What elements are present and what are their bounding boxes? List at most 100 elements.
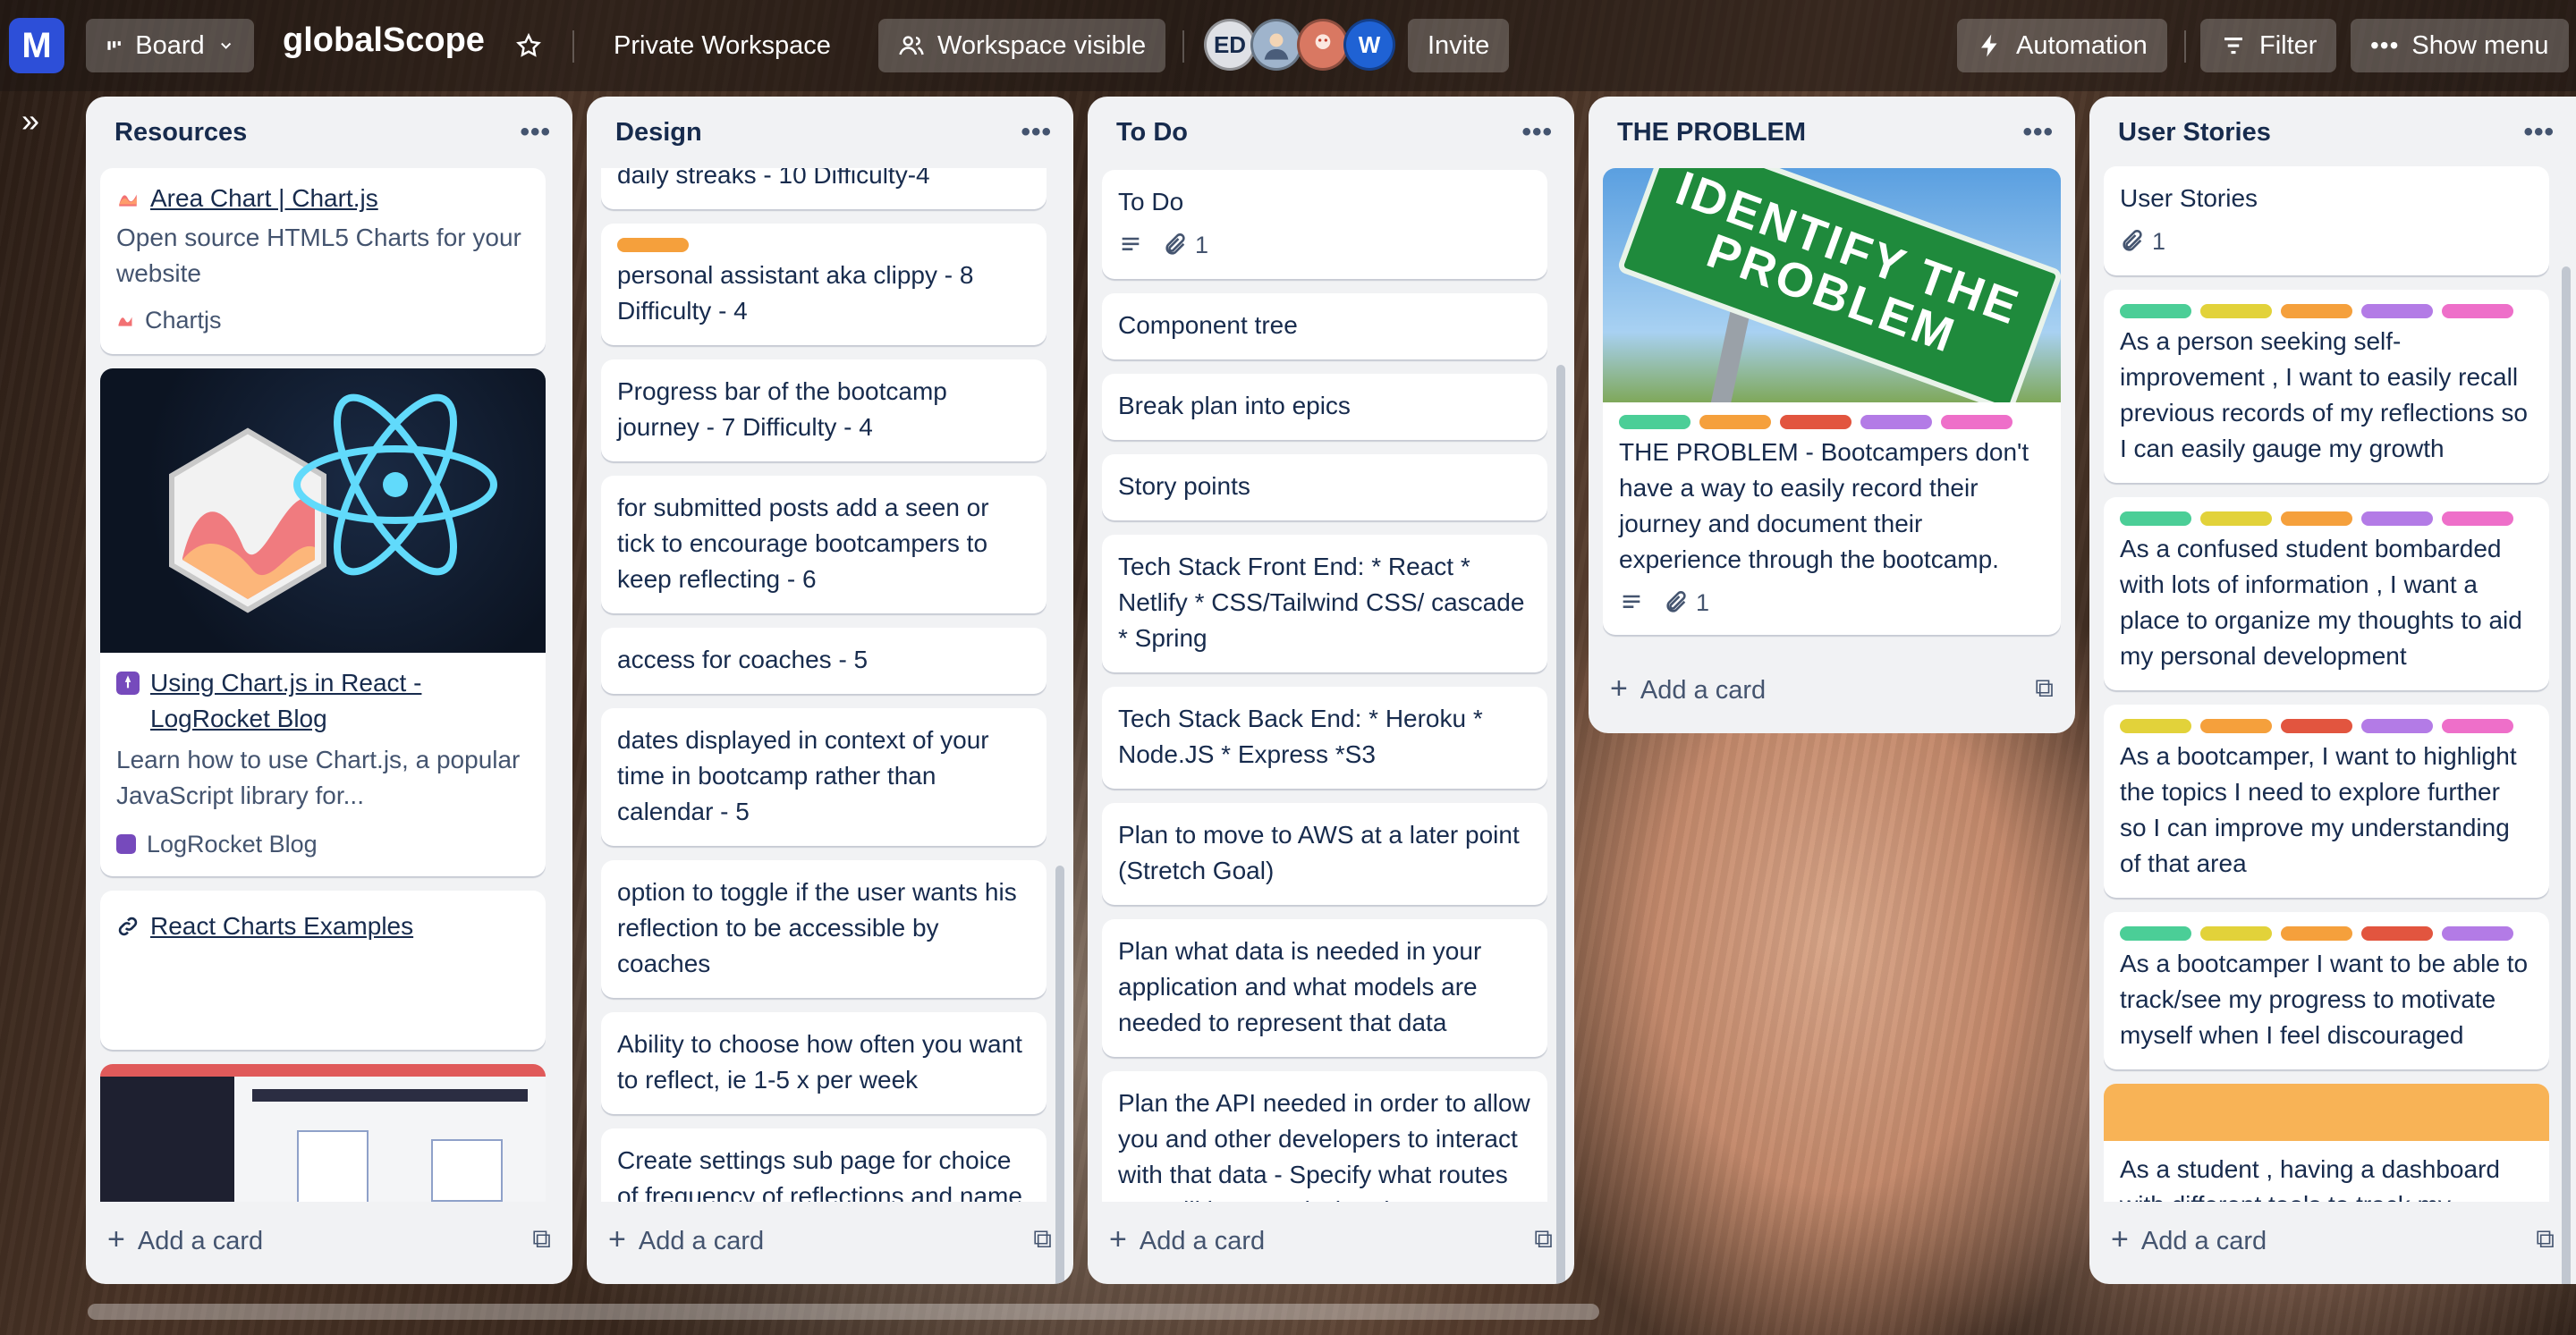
list-title[interactable]: Resources (114, 118, 247, 148)
workspace-button[interactable]: Private Workspace (594, 19, 851, 72)
card-labels (2120, 304, 2533, 318)
card-source: LogRocket Blog (147, 831, 318, 858)
list-title[interactable]: THE PROBLEM (1617, 118, 1806, 148)
card[interactable]: access for coaches - 5 (601, 628, 1046, 694)
card[interactable]: option to toggle if the user wants his r… (601, 860, 1046, 998)
workspace-logo[interactable]: M (9, 18, 64, 73)
card-title: As a bootcamper I want to be able to tra… (2120, 950, 2529, 1049)
label-yellow (2200, 926, 2272, 941)
code-editor-thumbnail (100, 1077, 234, 1202)
board-header: M Board globalScope Private Workspace Wo… (0, 0, 2576, 91)
create-from-template-icon[interactable]: ⧉ (1534, 1225, 1553, 1255)
card-badges: 1 (1118, 227, 1531, 263)
card[interactable]: Break plan into epics (1102, 374, 1547, 440)
card-title[interactable]: Using Chart.js in React - LogRocket Blog (150, 665, 530, 737)
card-link-chartjs[interactable]: Area Chart | Chart.js Open source HTML5 … (100, 168, 546, 354)
attachment-count: 1 (1696, 589, 1710, 616)
card-title[interactable]: Area Chart | Chart.js (150, 181, 378, 216)
card-link-logrocket[interactable]: Using Chart.js in React - LogRocket Blog… (100, 368, 546, 876)
list-title[interactable]: Design (615, 118, 702, 148)
avatar[interactable]: W (1343, 19, 1395, 71)
add-card-button[interactable]: + Add a card ⧉ (608, 1214, 1052, 1264)
double-chevron-right-icon[interactable]: » (21, 102, 39, 139)
list-scrollbar[interactable] (1055, 866, 1064, 1284)
visibility-button[interactable]: Workspace visible (878, 19, 1166, 72)
label-red (2281, 719, 2352, 733)
star-button[interactable] (501, 19, 556, 72)
card[interactable]: As a student , having a dashboard with d… (2104, 1084, 2549, 1202)
add-card-button[interactable]: + Add a card ⧉ (107, 1214, 551, 1264)
create-from-template-icon[interactable]: ⧉ (532, 1225, 551, 1255)
card[interactable]: As a confused student bombarded with lot… (2104, 497, 2549, 690)
chartjs-favicon (118, 317, 132, 326)
card[interactable]: Tech Stack Front End: * React * Netlify … (1102, 535, 1547, 672)
people-icon (899, 36, 924, 55)
card[interactable]: Plan what data is needed in your applica… (1102, 919, 1547, 1057)
avatar[interactable] (1297, 19, 1349, 71)
show-menu-button[interactable]: ••• Show menu (2351, 19, 2569, 72)
list-title[interactable]: To Do (1116, 118, 1188, 148)
automation-button[interactable]: Automation (1957, 19, 2167, 72)
card[interactable]: daily streaks - 10 Difficulty-4 (601, 168, 1046, 209)
board-horizontal-scrollbar[interactable] (88, 1304, 1599, 1320)
card[interactable]: Story points (1102, 454, 1547, 520)
card-title[interactable]: React Charts Examples (150, 908, 413, 944)
card[interactable]: Progress bar of the bootcamp journey - 7… (601, 359, 1046, 461)
card[interactable]: Plan the API needed in order to allow yo… (1102, 1071, 1547, 1202)
view-switcher-label: Board (135, 30, 205, 60)
filter-button[interactable]: Filter (2200, 19, 2337, 72)
card-title: User Stories (2120, 184, 2258, 212)
list-design: Design ••• daily streaks - 10 Difficulty… (587, 97, 1073, 1284)
card-link-react-charts[interactable]: React Charts Examples (100, 891, 546, 1050)
card-screenshot[interactable] (100, 1064, 546, 1202)
list-menu-icon[interactable]: ••• (2022, 117, 2054, 148)
card-badges: 1 (1619, 585, 2045, 621)
view-switcher-button[interactable]: Board (86, 19, 254, 72)
card[interactable]: To Do 1 (1102, 170, 1547, 279)
card[interactable]: Create settings sub page for choice of f… (601, 1128, 1046, 1202)
card[interactable]: Tech Stack Back End: * Heroku * Node.JS … (1102, 687, 1547, 789)
list-scrollbar[interactable] (2562, 266, 2571, 1284)
list-header: Resources ••• (86, 97, 572, 168)
label-green (2120, 926, 2191, 941)
label-orange (617, 238, 689, 252)
card[interactable]: personal assistant aka clippy - 8 Diffic… (601, 224, 1046, 345)
card[interactable]: User Stories 1 (2104, 166, 2549, 275)
card[interactable]: dates displayed in context of your time … (601, 708, 1046, 846)
card-title: As a bootcamper, I want to highlight the… (2120, 742, 2517, 877)
list-header: To Do ••• (1088, 97, 1574, 168)
card-title: As a person seeking self-improvement , I… (2120, 327, 2528, 462)
plus-icon: + (608, 1221, 626, 1256)
create-from-template-icon[interactable]: ⧉ (1033, 1225, 1052, 1255)
card[interactable]: Ability to choose how often you want to … (601, 1012, 1046, 1114)
avatar[interactable]: ED (1204, 19, 1256, 71)
person-avatar-icon (1264, 33, 1289, 60)
list-menu-icon[interactable]: ••• (2523, 117, 2555, 148)
attachment-count: 1 (2152, 228, 2166, 255)
card[interactable]: As a person seeking self-improvement , I… (2104, 290, 2549, 483)
add-card-label: Add a card (1640, 675, 1767, 705)
list-title[interactable]: User Stories (2118, 118, 2271, 148)
card[interactable]: As a bootcamper, I want to highlight the… (2104, 705, 2549, 898)
card[interactable]: for submitted posts add a seen or tick t… (601, 476, 1046, 613)
list-scrollbar[interactable] (1556, 365, 1565, 1284)
avatar[interactable] (1250, 19, 1302, 71)
create-from-template-icon[interactable]: ⧉ (2536, 1225, 2555, 1255)
label-orange (1699, 415, 1771, 429)
card[interactable]: Component tree (1102, 293, 1547, 359)
card[interactable]: As a bootcamper I want to be able to tra… (2104, 912, 2549, 1069)
label-red (2361, 926, 2433, 941)
list-menu-icon[interactable]: ••• (1021, 117, 1052, 148)
list-menu-icon[interactable]: ••• (520, 117, 551, 148)
add-card-button[interactable]: + Add a card ⧉ (1610, 663, 2054, 714)
add-card-button[interactable]: + Add a card ⧉ (2111, 1214, 2555, 1264)
add-card-button[interactable]: + Add a card ⧉ (1109, 1214, 1553, 1264)
card-list: daily streaks - 10 Difficulty-4 personal… (601, 168, 1046, 1202)
create-from-template-icon[interactable]: ⧉ (2035, 674, 2054, 704)
star-icon (516, 32, 541, 57)
invite-button[interactable]: Invite (1408, 19, 1510, 72)
board-title[interactable]: globalScope (283, 21, 485, 60)
card[interactable]: Plan to move to AWS at a later point (St… (1102, 803, 1547, 905)
list-menu-icon[interactable]: ••• (1521, 117, 1553, 148)
card[interactable]: IDENTIFY THE PROBLEM THE PROBLEM - Bootc… (1603, 168, 2061, 635)
